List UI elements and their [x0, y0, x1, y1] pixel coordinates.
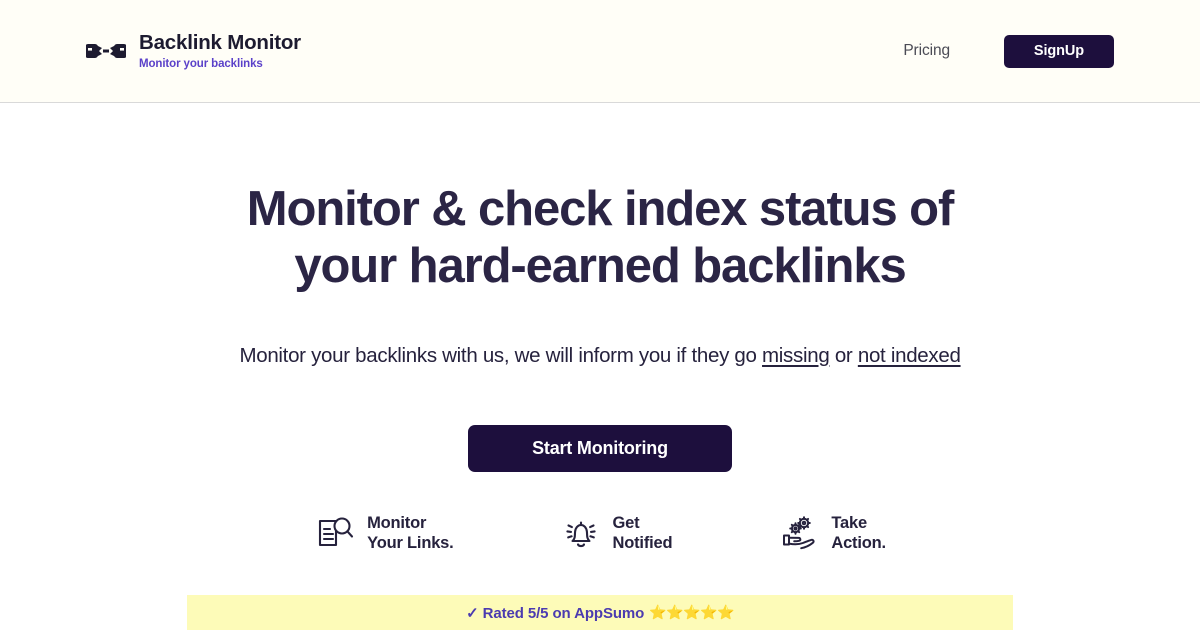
document-magnifier-icon: [314, 512, 356, 554]
site-header: Backlink Monitor Monitor your backlinks …: [0, 0, 1200, 103]
brand-logo-group[interactable]: Backlink Monitor Monitor your backlinks: [86, 31, 301, 71]
hero-subtitle-not-indexed: not indexed: [857, 343, 961, 367]
start-monitoring-button[interactable]: Start Monitoring: [468, 425, 732, 473]
feature-item-take-action: Take Action.: [778, 512, 886, 554]
hero-title: Monitor & check index status of your har…: [246, 182, 955, 293]
feature-label: Get Notified: [612, 513, 673, 553]
brand-text: Backlink Monitor Monitor your backlinks: [139, 31, 301, 71]
hero-subtitle: Monitor your backlinks with us, we will …: [239, 295, 960, 370]
hero-section: Monitor & check index status of your har…: [0, 103, 1200, 630]
brand-tagline: Monitor your backlinks: [139, 57, 263, 70]
feature-item-monitor-your-links: Monitor Your Links.: [314, 512, 454, 554]
rating-text: ✓ Rated 5/5 on AppSumo: [466, 604, 645, 622]
feature-label: Take Action.: [831, 513, 886, 553]
landing-page: Backlink Monitor Monitor your backlinks …: [0, 0, 1200, 630]
hero-subtitle-missing: missing: [762, 343, 830, 367]
brand-title: Backlink Monitor: [139, 31, 301, 55]
feature-label: Monitor Your Links.: [367, 513, 454, 553]
hero-subtitle-part1: Monitor your backlinks with us, we will …: [239, 343, 763, 367]
rating-banner: ✓ Rated 5/5 on AppSumo ⭐⭐⭐⭐⭐: [187, 595, 1013, 630]
hand-gears-icon: [778, 512, 820, 554]
header-nav: Pricing SignUp: [903, 34, 1114, 68]
broken-chain-link-icon: [86, 37, 126, 65]
hero-subtitle-part2: or: [829, 343, 858, 367]
ringing-bell-icon: [560, 512, 602, 554]
signup-button[interactable]: SignUp: [1004, 34, 1114, 68]
rating-stars: ⭐⭐⭐⭐⭐: [649, 604, 734, 620]
nav-link-pricing[interactable]: Pricing: [903, 42, 950, 60]
feature-list: Monitor Your Links. Get Notified Take Ac…: [314, 512, 886, 554]
feature-item-get-notified: Get Notified: [560, 512, 673, 554]
